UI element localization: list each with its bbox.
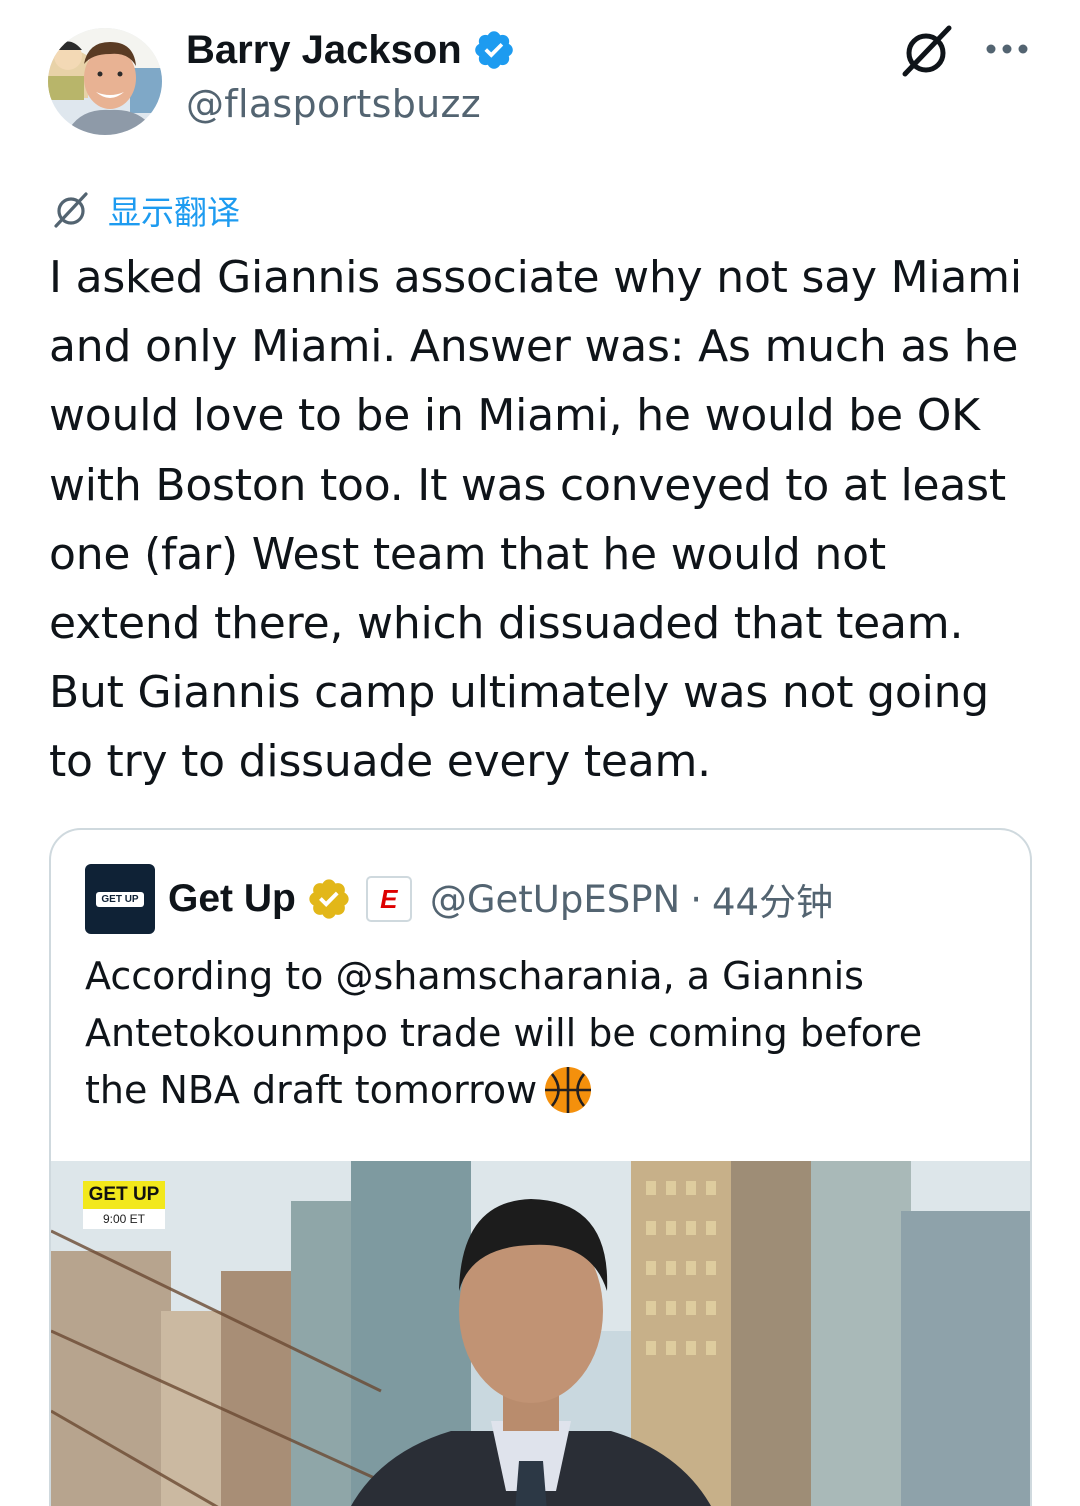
grok-translate-icon [54, 192, 88, 228]
espn-affiliate-badge[interactable]: E [365, 876, 412, 922]
author-info[interactable]: Barry Jackson @flasportsbuzz [186, 22, 516, 126]
verified-badge-icon [474, 31, 513, 69]
quoted-tweet-media[interactable]: GET UP 9:00 ET [51, 1161, 1030, 1506]
gold-verified-badge-icon [309, 879, 349, 919]
espn-affiliate-letter: E [380, 883, 398, 914]
author-display-name[interactable]: Barry Jackson [186, 28, 462, 73]
grok-icon[interactable] [898, 22, 956, 80]
quoted-tweet-header: GET UP Get Up E @GetUpESPN · 44分钟 [85, 864, 833, 934]
show-time-label: 9:00 ET [83, 1209, 165, 1229]
quoted-tweet-text-block: According to @shamscharania, a Giannis A… [85, 948, 985, 1119]
quoted-author-name[interactable]: Get Up [168, 877, 296, 921]
basketball-emoji-icon [545, 1067, 592, 1113]
author-avatar[interactable] [48, 28, 162, 135]
author-handle[interactable]: @flasportsbuzz [186, 82, 516, 126]
header-separator: · [690, 877, 702, 921]
quoted-author-avatar[interactable]: GET UP [85, 864, 155, 934]
quoted-author-handle[interactable]: @GetUpESPN [430, 878, 680, 921]
quoted-tweet-time[interactable]: 44分钟 [712, 872, 833, 926]
show-translation-label[interactable]: 显示翻译 [108, 186, 240, 234]
show-logo-overlay: GET UP 9:00 ET [83, 1181, 165, 1231]
tweet-text: I asked Giannis associate why not say Mi… [49, 252, 1022, 788]
media-thumbnail [51, 1161, 1030, 1506]
quoted-tweet-text: According to @shamscharania, a Giannis A… [85, 954, 923, 1112]
quoted-avatar-label: GET UP [96, 891, 144, 907]
show-translation-button[interactable]: 显示翻译 [50, 186, 240, 234]
show-logo-label: GET UP [83, 1181, 165, 1209]
quoted-tweet-card[interactable]: GET UP Get Up E @GetUpESPN · 44分钟 Accord… [49, 828, 1032, 1506]
more-options-icon[interactable] [982, 26, 1032, 72]
